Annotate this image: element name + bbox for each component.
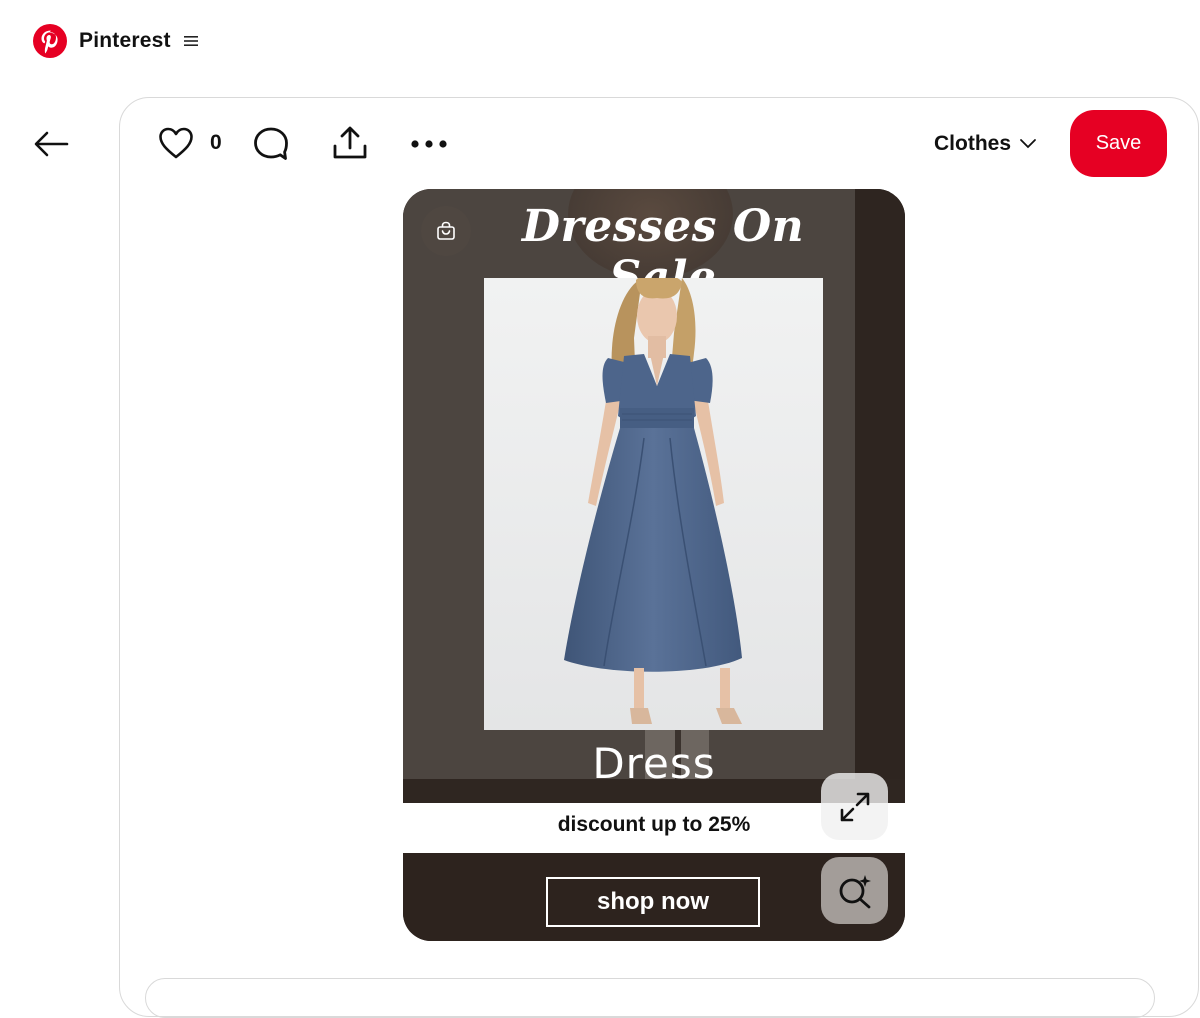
- board-name: Clothes: [934, 132, 1012, 155]
- menu-icon[interactable]: [183, 33, 199, 49]
- likes-count: 0: [210, 131, 222, 154]
- visual-search-icon: [839, 874, 871, 908]
- brand-name: Pinterest: [79, 29, 171, 52]
- board-selector[interactable]: Clothes: [934, 128, 1037, 160]
- dress-model-illustration: [484, 278, 823, 730]
- shop-now-button[interactable]: shop now: [546, 877, 760, 927]
- details-panel: [145, 978, 1155, 1018]
- save-button[interactable]: Save: [1070, 110, 1167, 177]
- arrow-left-icon[interactable]: [30, 123, 72, 165]
- more-horizontal-icon[interactable]: [410, 138, 448, 150]
- expand-button[interactable]: [821, 773, 888, 840]
- product-photo: [484, 278, 823, 730]
- share-icon[interactable]: [331, 124, 369, 162]
- comment-icon[interactable]: [252, 126, 290, 162]
- heart-icon[interactable]: [158, 126, 194, 160]
- shopping-bag-button[interactable]: [421, 206, 471, 256]
- visual-search-button[interactable]: [821, 857, 888, 924]
- pinterest-logo-icon[interactable]: [33, 24, 67, 58]
- shopping-bag-icon: [437, 221, 455, 240]
- expand-icon: [840, 792, 869, 821]
- brand[interactable]: Pinterest: [33, 24, 199, 58]
- chevron-down-icon: [1020, 139, 1036, 149]
